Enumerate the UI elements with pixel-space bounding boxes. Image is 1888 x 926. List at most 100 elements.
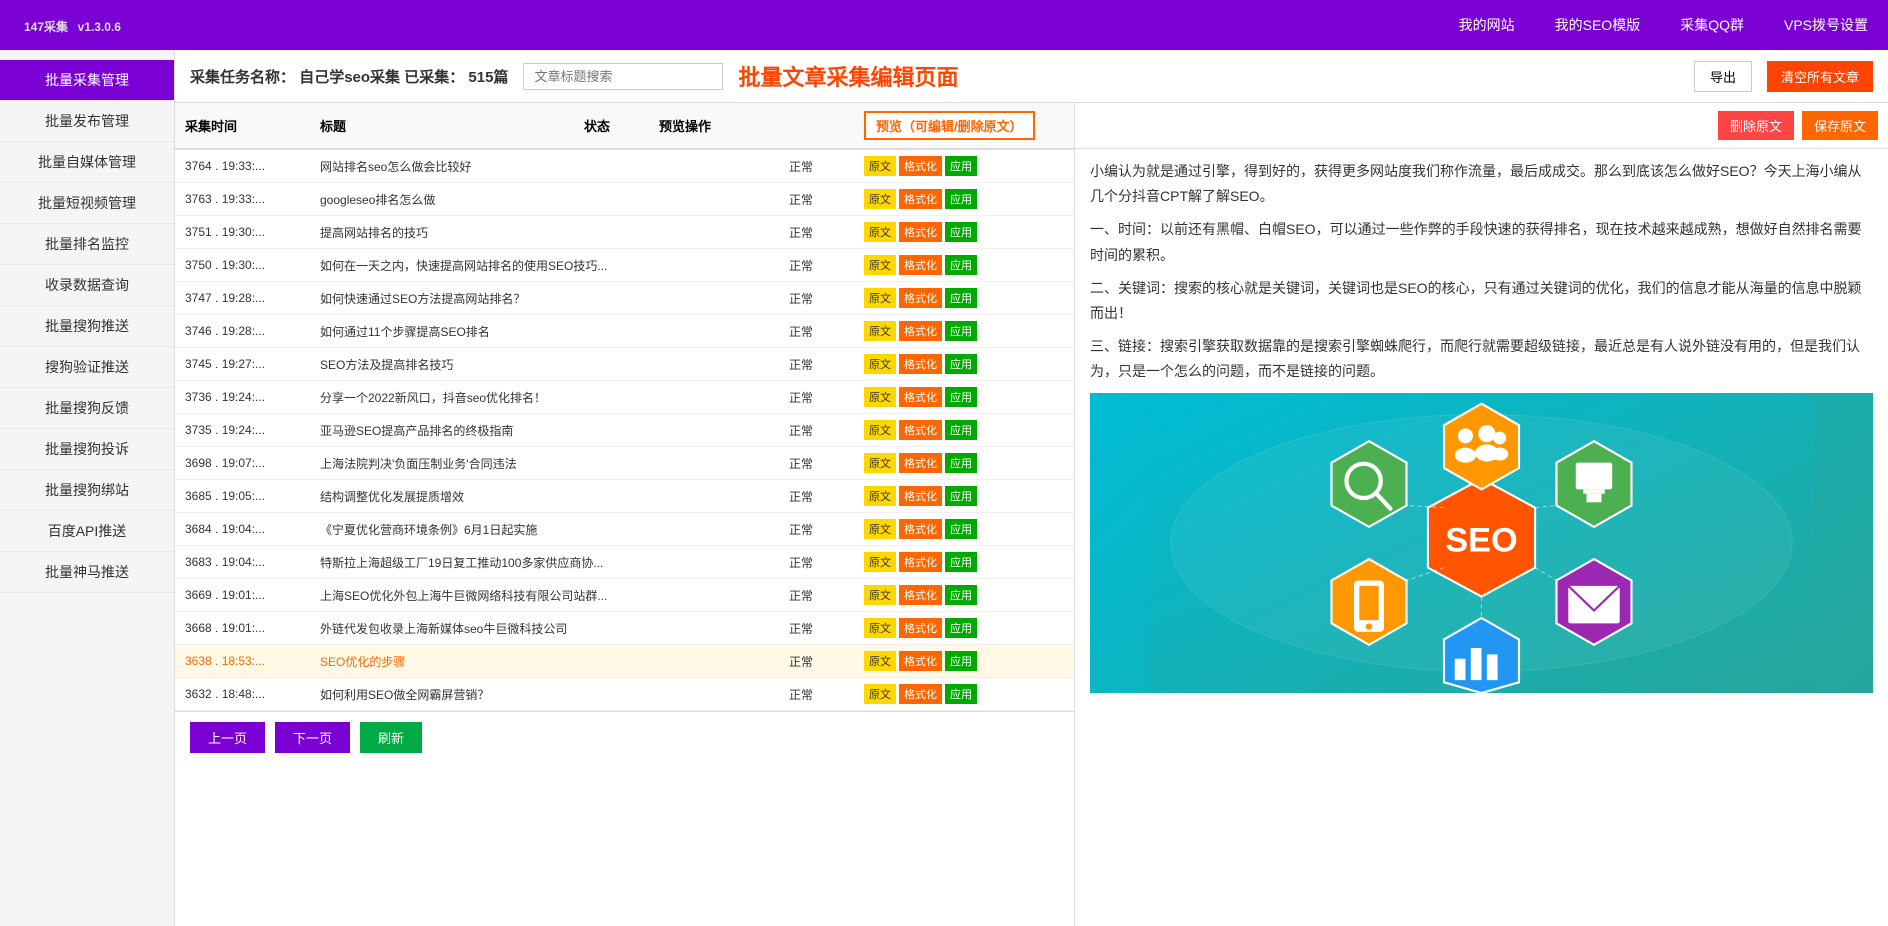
- btn-geshihua[interactable]: 格式化: [899, 420, 942, 440]
- row-title: googleseo排名怎么做: [320, 191, 784, 208]
- row-status: 正常: [789, 488, 859, 505]
- table-row: 3684 . 19:04:... 《宁夏优化营商环境条例》6月1日起实施 正常 …: [175, 513, 1074, 546]
- btn-geshihua[interactable]: 格式化: [899, 486, 942, 506]
- sidebar-item-shenma-push[interactable]: 批量神马推送: [0, 552, 174, 593]
- table-body: 3764 . 19:33:... 网站排名seo怎么做会比较好 正常 原文 格式…: [175, 150, 1074, 711]
- sidebar-item-sogou-bind[interactable]: 批量搜狗绑站: [0, 470, 174, 511]
- btn-geshihua[interactable]: 格式化: [899, 354, 942, 374]
- row-title: 网站排名seo怎么做会比较好: [320, 158, 784, 175]
- btn-geshihua[interactable]: 格式化: [899, 651, 942, 671]
- sidebar-item-sogou-verify[interactable]: 搜狗验证推送: [0, 347, 174, 388]
- preview-content: 小编认为就是通过引擎，得到好的，获得更多网站度我们称作流量，最后成成交。那么到底…: [1075, 149, 1888, 703]
- sidebar-item-rank-monitor[interactable]: 批量排名监控: [0, 224, 174, 265]
- prev-page-button[interactable]: 上一页: [190, 722, 265, 753]
- btn-yingyong[interactable]: 应用: [945, 552, 977, 572]
- sidebar-item-sogou-feedback[interactable]: 批量搜狗反馈: [0, 388, 174, 429]
- refresh-button[interactable]: 刷新: [360, 722, 422, 753]
- btn-yuanwen[interactable]: 原文: [864, 519, 896, 539]
- row-title: 如何在一天之内，快速提高网站排名的使用SEO技巧...: [320, 257, 784, 274]
- btn-yingyong[interactable]: 应用: [945, 288, 977, 308]
- clear-all-button[interactable]: 清空所有文章: [1767, 61, 1873, 92]
- next-page-button[interactable]: 下一页: [275, 722, 350, 753]
- btn-yuanwen[interactable]: 原文: [864, 651, 896, 671]
- table-header: 采集时间 标题 状态 预览操作 预览（可编辑/删除原文）: [175, 103, 1074, 150]
- btn-yingyong[interactable]: 应用: [945, 585, 977, 605]
- main-layout: 批量采集管理 批量发布管理 批量自媒体管理 批量短视频管理 批量排名监控 收录数…: [0, 50, 1888, 926]
- btn-yuanwen[interactable]: 原文: [864, 387, 896, 407]
- btn-yingyong[interactable]: 应用: [945, 453, 977, 473]
- task-name: 自己学seo采集: [299, 69, 400, 86]
- btn-yuanwen[interactable]: 原文: [864, 420, 896, 440]
- btn-yuanwen[interactable]: 原文: [864, 156, 896, 176]
- btn-geshihua[interactable]: 格式化: [899, 684, 942, 704]
- sidebar-item-publish-manage[interactable]: 批量发布管理: [0, 101, 174, 142]
- btn-yuanwen[interactable]: 原文: [864, 618, 896, 638]
- save-original-button[interactable]: 保存原文: [1802, 111, 1878, 140]
- sidebar-item-baidu-api[interactable]: 百度API推送: [0, 511, 174, 552]
- row-status: 正常: [789, 620, 859, 637]
- nav-vps-setting[interactable]: VPS拨号设置: [1784, 15, 1868, 35]
- header: 147采集 v1.3.0.6 我的网站 我的SEO模版 采集QQ群 VPS拨号设…: [0, 0, 1888, 50]
- btn-yuanwen[interactable]: 原文: [864, 321, 896, 341]
- btn-yingyong[interactable]: 应用: [945, 189, 977, 209]
- btn-yuanwen[interactable]: 原文: [864, 222, 896, 242]
- delete-original-button[interactable]: 删除原文: [1718, 111, 1794, 140]
- preview-section: 删除原文 保存原文 小编认为就是通过引擎，得到好的，获得更多网站度我们称作流量，…: [1075, 103, 1888, 926]
- row-time: 3763 . 19:33:...: [185, 192, 315, 206]
- btn-geshihua[interactable]: 格式化: [899, 288, 942, 308]
- btn-geshihua[interactable]: 格式化: [899, 387, 942, 407]
- btn-geshihua[interactable]: 格式化: [899, 453, 942, 473]
- nav-my-seo[interactable]: 我的SEO模版: [1555, 15, 1641, 35]
- task-info: 采集任务名称： 自己学seo采集 已采集： 515篇: [190, 66, 508, 87]
- row-time: 3684 . 19:04:...: [185, 522, 315, 536]
- btn-yingyong[interactable]: 应用: [945, 684, 977, 704]
- row-time: 3745 . 19:27:...: [185, 357, 315, 371]
- btn-geshihua[interactable]: 格式化: [899, 585, 942, 605]
- btn-yuanwen[interactable]: 原文: [864, 453, 896, 473]
- nav-my-site[interactable]: 我的网站: [1459, 15, 1515, 35]
- btn-geshihua[interactable]: 格式化: [899, 618, 942, 638]
- search-input[interactable]: [523, 63, 723, 90]
- btn-geshihua[interactable]: 格式化: [899, 189, 942, 209]
- btn-yuanwen[interactable]: 原文: [864, 189, 896, 209]
- btn-yingyong[interactable]: 应用: [945, 651, 977, 671]
- row-actions: 原文 格式化 应用: [864, 552, 1064, 572]
- btn-yingyong[interactable]: 应用: [945, 222, 977, 242]
- row-status: 正常: [789, 323, 859, 340]
- sidebar-item-sogou-push[interactable]: 批量搜狗推送: [0, 306, 174, 347]
- nav-qq-group[interactable]: 采集QQ群: [1680, 15, 1744, 35]
- btn-yingyong[interactable]: 应用: [945, 387, 977, 407]
- btn-yingyong[interactable]: 应用: [945, 618, 977, 638]
- btn-yingyong[interactable]: 应用: [945, 156, 977, 176]
- preview-header-button[interactable]: 预览（可编辑/删除原文）: [864, 111, 1035, 140]
- btn-yuanwen[interactable]: 原文: [864, 354, 896, 374]
- btn-yuanwen[interactable]: 原文: [864, 288, 896, 308]
- sidebar-item-media-manage[interactable]: 批量自媒体管理: [0, 142, 174, 183]
- sidebar-item-video-manage[interactable]: 批量短视频管理: [0, 183, 174, 224]
- btn-yingyong[interactable]: 应用: [945, 321, 977, 341]
- btn-geshihua[interactable]: 格式化: [899, 519, 942, 539]
- sidebar-item-collect-manage[interactable]: 批量采集管理: [0, 60, 174, 101]
- btn-yingyong[interactable]: 应用: [945, 354, 977, 374]
- sidebar-item-sogou-complaint[interactable]: 批量搜狗投诉: [0, 429, 174, 470]
- col-header-time: 采集时间: [185, 116, 315, 135]
- btn-yingyong[interactable]: 应用: [945, 486, 977, 506]
- row-time: 3747 . 19:28:...: [185, 291, 315, 305]
- btn-yingyong[interactable]: 应用: [945, 255, 977, 275]
- btn-geshihua[interactable]: 格式化: [899, 321, 942, 341]
- btn-yuanwen[interactable]: 原文: [864, 486, 896, 506]
- table-row: 3698 . 19:07:... 上海法院判决'负面压制业务'合同违法 正常 原…: [175, 447, 1074, 480]
- btn-yuanwen[interactable]: 原文: [864, 684, 896, 704]
- btn-yingyong[interactable]: 应用: [945, 420, 977, 440]
- btn-geshihua[interactable]: 格式化: [899, 552, 942, 572]
- btn-geshihua[interactable]: 格式化: [899, 255, 942, 275]
- btn-geshihua[interactable]: 格式化: [899, 156, 942, 176]
- export-button[interactable]: 导出: [1694, 61, 1752, 92]
- sidebar-item-data-query[interactable]: 收录数据查询: [0, 265, 174, 306]
- btn-geshihua[interactable]: 格式化: [899, 222, 942, 242]
- btn-yuanwen[interactable]: 原文: [864, 552, 896, 572]
- row-time: 3751 . 19:30:...: [185, 225, 315, 239]
- btn-yuanwen[interactable]: 原文: [864, 255, 896, 275]
- btn-yuanwen[interactable]: 原文: [864, 585, 896, 605]
- btn-yingyong[interactable]: 应用: [945, 519, 977, 539]
